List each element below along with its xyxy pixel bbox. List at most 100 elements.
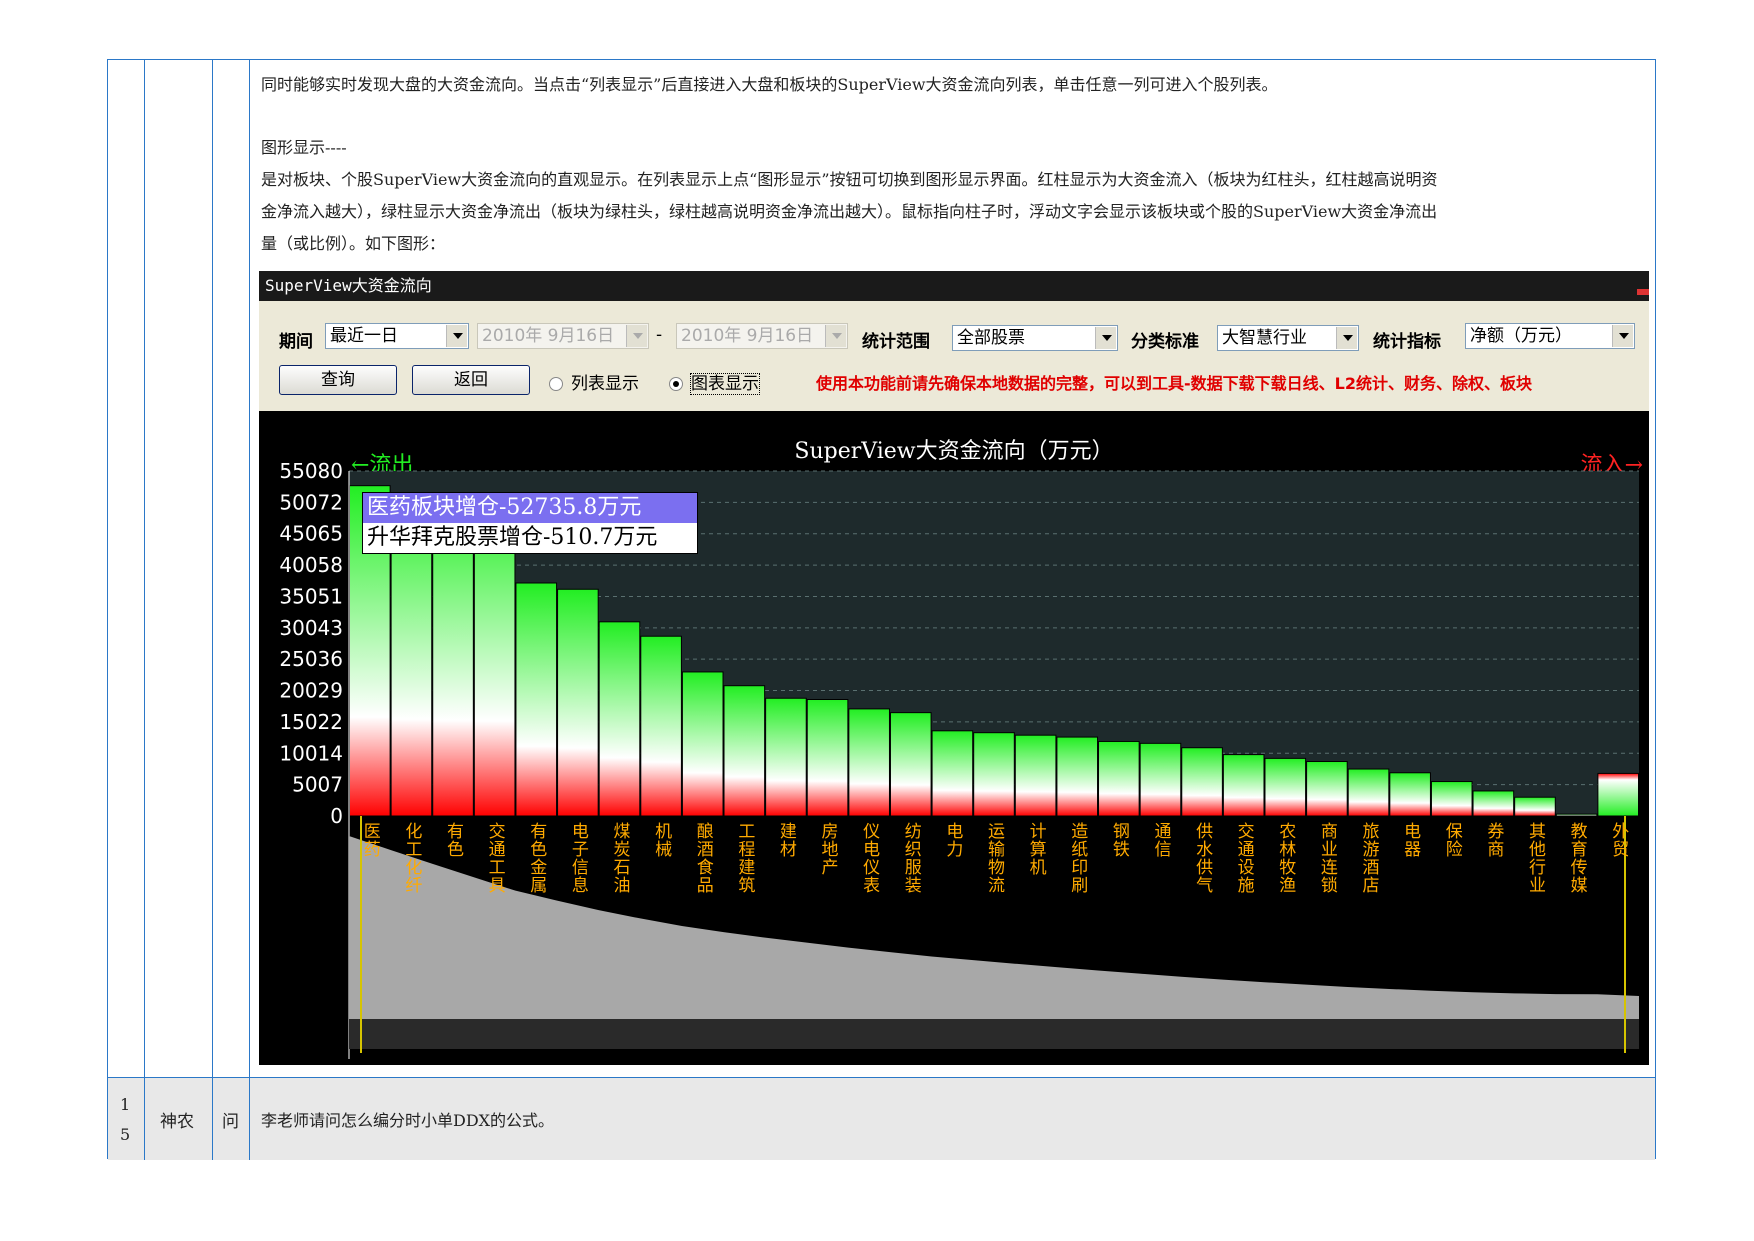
chevron-down-icon[interactable]	[1336, 327, 1357, 349]
bar[interactable]	[723, 685, 766, 817]
column-divider	[212, 1078, 213, 1160]
radio-chart-view[interactable]: 图表显示	[669, 369, 760, 395]
chevron-down-icon[interactable]	[446, 325, 467, 347]
chevron-down-icon[interactable]	[825, 325, 846, 347]
x-tick-label: 纺织服装	[901, 822, 922, 894]
bar[interactable]	[1014, 734, 1057, 817]
bar[interactable]	[640, 635, 682, 817]
bar[interactable]	[1181, 747, 1223, 817]
tooltip-sector-line: 医药板块增仓-52735.8万元	[363, 493, 697, 523]
y-tick-label: 0	[330, 804, 343, 828]
period-value: 最近一日	[330, 326, 398, 346]
bar[interactable]	[515, 582, 558, 817]
category-select[interactable]: 大智慧行业	[1217, 325, 1359, 351]
x-tick-label: 其他行业	[1525, 822, 1546, 894]
hover-tooltip: 医药板块增仓-52735.8万元 升华拜克股票增仓-510.7万元	[362, 492, 698, 554]
x-tick-label: 通信	[1150, 822, 1171, 858]
y-tick-label: 40058	[279, 553, 343, 577]
bar[interactable]	[1430, 781, 1473, 817]
app-window-screenshot: SuperView大资金流向 期间 最近一日 2010年 9月16日 - 201…	[259, 271, 1649, 1065]
x-tick-label: 交通工具	[485, 822, 506, 894]
bar[interactable]	[889, 712, 932, 817]
bar[interactable]	[806, 698, 849, 817]
y-tick-label: 25036	[279, 647, 343, 671]
category-label: 分类标准	[1131, 332, 1199, 352]
bar[interactable]	[765, 697, 807, 817]
bar[interactable]	[931, 730, 974, 817]
bar[interactable]	[973, 732, 1015, 817]
bar[interactable]	[1139, 742, 1182, 817]
toolbar: 期间 最近一日 2010年 9月16日 - 2010年 9月16日 统计范围 全…	[259, 301, 1649, 411]
x-tick-label: 医药	[360, 822, 381, 858]
date-from-value: 2010年 9月16日	[482, 326, 615, 346]
column-divider	[212, 60, 213, 1160]
bar[interactable]	[848, 708, 890, 817]
scope-select[interactable]: 全部股票	[952, 325, 1118, 351]
x-tick-label: 工程建筑	[734, 822, 755, 894]
x-tick-label: 商业连锁	[1317, 822, 1338, 894]
bar[interactable]	[1098, 740, 1140, 817]
y-tick-label: 30043	[279, 616, 343, 640]
bar[interactable]	[1347, 768, 1390, 817]
x-tick-label: 钢铁	[1109, 822, 1130, 858]
date-to-picker[interactable]: 2010年 9月16日	[676, 323, 848, 349]
chevron-down-icon[interactable]	[1612, 325, 1633, 347]
row-question: 李老师请问怎么编分时小单DDX的公式。	[261, 1111, 555, 1130]
x-tick-label: 仪电仪表	[859, 822, 880, 894]
scroll-track[interactable]	[349, 1019, 1639, 1049]
x-tick-label: 房地产	[818, 822, 839, 876]
x-tick-label: 有色金属	[526, 822, 547, 894]
y-tick-label: 55080	[279, 459, 343, 483]
bar[interactable]	[1306, 761, 1348, 817]
y-tick-label: 45065	[279, 522, 343, 546]
x-tick-label: 运输物流	[984, 822, 1005, 894]
x-tick-label: 建材	[776, 822, 797, 858]
bar[interactable]	[681, 671, 724, 817]
section-heading: 图形显示----	[261, 138, 347, 157]
scope-label: 统计范围	[862, 332, 930, 352]
bar[interactable]	[598, 621, 641, 817]
y-tick-label: 35051	[279, 584, 343, 608]
close-icon[interactable]	[1637, 289, 1649, 295]
metric-select[interactable]: 净额（万元）	[1465, 323, 1635, 349]
bar[interactable]	[1389, 772, 1431, 817]
bar[interactable]	[1056, 736, 1099, 817]
x-tick-label: 供水供气	[1192, 822, 1213, 894]
x-tick-label: 造纸印刷	[1067, 822, 1088, 894]
bar[interactable]	[1472, 790, 1515, 817]
date-from-picker[interactable]: 2010年 9月16日	[477, 323, 649, 349]
x-tick-label: 外贸	[1608, 822, 1629, 858]
back-button[interactable]: 返回	[412, 365, 530, 395]
x-tick-label: 农林牧渔	[1275, 822, 1296, 894]
column-divider	[144, 60, 145, 1160]
bar[interactable]	[1597, 772, 1639, 817]
radio-list-label: 列表显示	[571, 374, 639, 394]
date-to-value: 2010年 9月16日	[681, 326, 814, 346]
x-tick-label: 教育传媒	[1567, 822, 1588, 894]
category-value: 大智慧行业	[1222, 328, 1307, 348]
x-tick-label: 电子信息	[568, 822, 589, 894]
radio-list-view[interactable]: 列表显示	[549, 369, 639, 394]
query-button[interactable]: 查询	[279, 365, 397, 395]
bar[interactable]	[1514, 796, 1556, 817]
paragraph-text: 同时能够实时发现大盘的大资金流向。当点击“列表显示”后直接进入大盘和板块的Sup…	[261, 75, 1278, 94]
bar[interactable]	[1555, 813, 1598, 817]
row-author: 神农	[160, 1112, 194, 1132]
x-tick-label: 机械	[651, 822, 672, 858]
radio-chart-label: 图表显示	[690, 373, 760, 395]
chevron-down-icon[interactable]	[626, 325, 647, 347]
bar[interactable]	[1222, 754, 1265, 817]
window-title: SuperView大资金流向	[259, 271, 1649, 301]
bar[interactable]	[557, 588, 599, 817]
x-tick-label: 化工化纤	[401, 822, 422, 894]
x-tick-label: 旅游酒店	[1359, 822, 1380, 894]
x-tick-label: 交通设施	[1234, 822, 1255, 894]
row-divider	[108, 1077, 1655, 1078]
radio-selected-icon[interactable]	[669, 377, 683, 391]
scope-value: 全部股票	[957, 328, 1025, 348]
x-tick-label: 电力	[942, 822, 963, 858]
chevron-down-icon[interactable]	[1095, 327, 1116, 349]
bar[interactable]	[1264, 757, 1307, 817]
radio-icon[interactable]	[549, 377, 563, 391]
period-select[interactable]: 最近一日	[325, 323, 469, 349]
